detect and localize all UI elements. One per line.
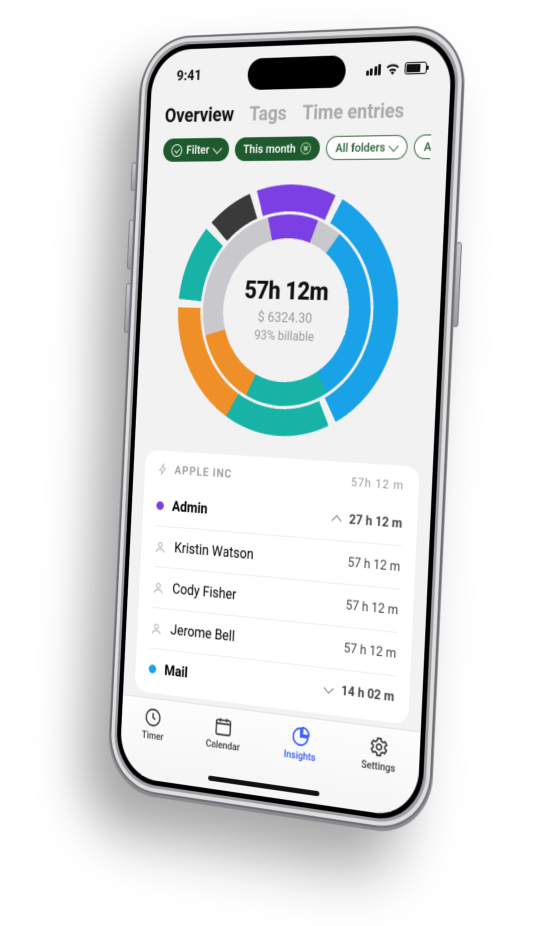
group-name: Admin xyxy=(172,498,208,517)
donut-chart: 57h 12m $ 6324.30 93% billable xyxy=(135,169,447,467)
tab-strip: Overview Tags Time entries xyxy=(164,97,433,127)
group-name: Mail xyxy=(164,662,188,681)
screen: 9:41 Overview Tags Time entries Fi xyxy=(119,39,452,819)
total-duration: 57h 12m xyxy=(244,276,329,307)
battery-icon xyxy=(404,62,427,75)
donut-center: 57h 12m $ 6324.30 93% billable xyxy=(227,246,345,377)
period-pill[interactable]: This month xyxy=(234,136,320,161)
person-duration: 57 h 12 m xyxy=(343,641,396,662)
close-icon[interactable] xyxy=(300,142,311,154)
tabbar-timer[interactable]: Timer xyxy=(142,705,165,743)
person-name: Cody Fisher xyxy=(172,581,237,604)
filter-pill[interactable]: Filter xyxy=(163,138,230,162)
person-name: Jerome Bell xyxy=(170,622,235,646)
person-name: Kristin Watson xyxy=(174,540,254,564)
overflow-pill[interactable]: All cl xyxy=(413,134,431,159)
chevron-up-icon xyxy=(331,515,341,526)
tabbar-label: Insights xyxy=(284,749,316,764)
bolt-icon xyxy=(158,462,169,476)
chevron-down-icon xyxy=(212,143,222,154)
folders-label: All folders xyxy=(335,140,385,155)
tabbar-label: Settings xyxy=(361,759,396,775)
person-icon xyxy=(150,621,162,636)
color-dot xyxy=(156,501,164,510)
period-label: This month xyxy=(243,142,296,157)
tab-tags[interactable]: Tags xyxy=(249,101,287,126)
person-duration: 57 h 12 m xyxy=(347,555,400,575)
overflow-label: All cl xyxy=(424,139,432,154)
tabbar-settings[interactable]: Settings xyxy=(361,734,397,776)
tabbar-insights[interactable]: Insights xyxy=(284,724,317,765)
client-total: 57h 12 m xyxy=(351,475,405,493)
folders-pill[interactable]: All folders xyxy=(325,135,408,160)
tab-overview[interactable]: Overview xyxy=(164,102,234,127)
breakdown-card: APPLE INC 57h 12 m Admin 27 h 12 m xyxy=(135,450,420,725)
check-icon xyxy=(171,144,182,157)
billable-pct: 93% billable xyxy=(254,328,314,345)
filter-pills: Filter This month All folders All cl xyxy=(163,134,432,161)
wifi-icon xyxy=(385,62,400,75)
chart-pie-icon xyxy=(290,724,310,749)
page-header: Overview Tags Time entries Filter This m… xyxy=(148,95,450,172)
group-duration: 27 h 12 m xyxy=(349,512,403,531)
gear-icon xyxy=(368,734,389,759)
tabbar-label: Timer xyxy=(142,730,164,744)
client-name: APPLE INC xyxy=(174,463,232,481)
status-time: 9:41 xyxy=(176,66,202,84)
tabbar-calendar[interactable]: Calendar xyxy=(206,714,242,754)
chevron-down-icon xyxy=(388,140,398,152)
cellular-icon xyxy=(366,64,381,76)
group-duration: 14 h 02 m xyxy=(341,684,395,706)
calendar-icon xyxy=(214,715,234,739)
total-amount: $ 6324.30 xyxy=(257,309,312,327)
person-icon xyxy=(154,539,166,554)
phone-mockup: 9:41 Overview Tags Time entries Fi xyxy=(107,24,466,835)
tabbar-label: Calendar xyxy=(206,738,241,754)
clock-icon xyxy=(144,706,163,730)
chevron-down-icon xyxy=(324,683,334,695)
color-dot xyxy=(149,664,157,674)
dynamic-island xyxy=(247,55,346,90)
tab-time-entries[interactable]: Time entries xyxy=(302,98,405,124)
person-duration: 57 h 12 m xyxy=(345,598,398,618)
person-icon xyxy=(152,580,164,595)
filter-label: Filter xyxy=(186,143,210,157)
